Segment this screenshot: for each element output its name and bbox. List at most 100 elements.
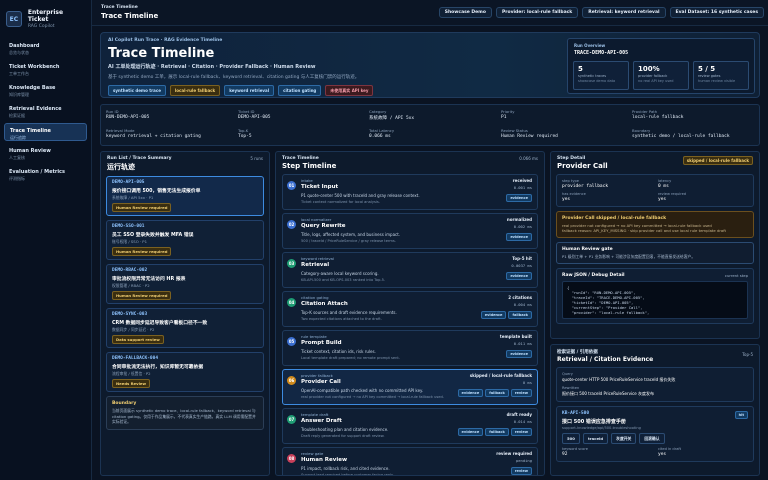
review-gate-text: P1 级别工单 + P1 业务影响 + 可能涉及灰度配置回滚，不能直接发送给客户…	[562, 254, 696, 259]
raw-json-content[interactable]: { "runId": "RUN-DEMO-API-005", "traceId"…	[562, 281, 748, 319]
evidence-title: Retrieval / Citation Evidence	[557, 356, 654, 363]
step-chip-review[interactable]: review	[510, 389, 532, 397]
step-kind: template draft	[301, 412, 329, 417]
timeline-step[interactable]: 03 keyword retrieval Retrieval Category-awa…	[282, 252, 538, 288]
trace-list-item[interactable]: DEMO-SYNC-003 CRM 数据同步延迟导致客户看板口径不一致 数据同步 /…	[106, 308, 264, 348]
step-chip-fallback[interactable]: fallback	[485, 428, 509, 436]
timeline-step[interactable]: 01 intake Ticket Input P1 quote-center 500 …	[282, 174, 538, 210]
step-detail-panel: Step Detail Provider Call skipped / loca…	[550, 151, 760, 339]
detail-field-key: has evidence	[562, 192, 586, 196]
evidence-header: 检索证据 / 引用依据 Retrieval / Citation Evidenc…	[551, 345, 759, 367]
step-kind: intake	[301, 178, 313, 183]
query-text: quote-center HTTP 500 PriceRuleService t…	[562, 377, 676, 382]
trace-list-item[interactable]: DEMO-FALLBACK-004 合同审批流无法执行，知识库暂无可靠依据 流程审批…	[106, 352, 264, 392]
trace-item-badge: Needs Review	[112, 379, 150, 388]
topbar: Trace Timeline Trace Timeline Showcase D…	[92, 0, 768, 26]
step-title: Prompt Build	[301, 340, 342, 346]
sidebar-item-evaluation-metrics[interactable]: Evaluation / Metrics 评测指标	[4, 165, 87, 183]
trace-item-sub: 权限管理 / RBAC · P2	[112, 283, 150, 288]
trace-list-item[interactable]: DEMO-RBAC-002 审批流权限异常无法访问 HR 报表 权限管理 / RBA…	[106, 264, 264, 304]
sidebar-item-trace-timeline[interactable]: Trace Timeline 运行追踪	[4, 123, 87, 141]
trace-list-item[interactable]: DEMO-SSO-001 员工 SSO 登录失败并触发 MFA 错误 账号权限 / …	[106, 220, 264, 260]
step-chips: evidence fallback review	[457, 428, 532, 436]
sidebar-item-sublabel: 总览与状态	[9, 50, 29, 55]
meta-cell: Priority P1	[501, 109, 515, 120]
step-title: Retrieval	[301, 262, 330, 268]
trace-item-id: DEMO-RBAC-002	[112, 268, 148, 273]
timeline-step[interactable]: 05 rule template Prompt Build Ticket contex…	[282, 330, 538, 366]
doc-keyword-chips: 500 traceId 灰度开关 回滚确认	[562, 433, 748, 444]
step-detail-header: Step Detail Provider Call skipped / loca…	[551, 152, 759, 174]
boundary-note: Boundary 当前页面展示 synthetic demo trace、loc…	[106, 396, 264, 430]
evidence-doc-card[interactable]: KB-API-500 hit 接口 500 错误应急排查手册 support-k…	[556, 406, 754, 462]
step-chip-evidence[interactable]: evidence	[457, 389, 484, 397]
timeline-step[interactable]: 04 citation gating Citation Attach Top-K so…	[282, 291, 538, 327]
step-chip-evidence[interactable]: evidence	[506, 194, 532, 202]
step-chips: evidence fallback review	[457, 389, 532, 397]
sidebar-item-label: Ticket Workbench	[9, 64, 60, 70]
meta-cell: Provider Path local-rule fallback	[632, 109, 683, 120]
timeline-step[interactable]: 08 review gate Human Review P1 impact, roll…	[282, 447, 538, 475]
timeline-step[interactable]: 06 provider fallback Provider Call OpenAI-c…	[282, 369, 538, 405]
step-chip-evidence[interactable]: evidence	[480, 311, 507, 319]
review-gate-title: Human Review gate	[562, 247, 613, 252]
evidence-topk-badge: Top-5	[742, 352, 753, 357]
hero-tag: local-rule fallback	[169, 85, 221, 96]
hero-tag: 未使用真实 API key	[325, 85, 374, 96]
status-pill[interactable]: Showcase Demo	[438, 7, 492, 18]
sidebar-item-retrieval-evidence[interactable]: Retrieval Evidence 检索证据	[4, 102, 87, 120]
hero-description: 基于 synthetic demo 工单，展示 local-rule fallb…	[108, 75, 360, 80]
sidebar-item-label: Human Review	[9, 148, 51, 154]
timeline-step[interactable]: 07 template draft Answer Draft Troubleshoot…	[282, 408, 538, 444]
detail-field: review required yes	[658, 192, 748, 202]
step-chip-review[interactable]: review	[510, 467, 532, 475]
fallback-warning: Provider Call skipped / local-rule fallb…	[556, 211, 754, 238]
step-chips: evidence	[506, 272, 532, 280]
status-pill[interactable]: Provider: local-rule fallback	[495, 7, 579, 18]
sidebar-item-human-review[interactable]: Human Review 人工复核	[4, 144, 87, 162]
step-chip-evidence[interactable]: evidence	[457, 428, 484, 436]
sidebar-nav: Dashboard 总览与状态 Ticket Workbench 工单工作台 Knowl…	[0, 39, 91, 183]
timeline-panel: Trace Timeline Step Timeline 0.066 ms 01…	[275, 151, 545, 476]
timeline-step[interactable]: 02 local normalizer Query Rewrite Title, lo…	[282, 213, 538, 249]
trace-list-item[interactable]: DEMO-API-005 报价接口调用 500，销售无法生成报价单 系统故障 / A…	[106, 176, 264, 216]
status-pill[interactable]: Eval Dataset: 16 synthetic cases	[669, 7, 764, 18]
step-chip-fallback[interactable]: fallback	[485, 389, 509, 397]
hero-title: Trace Timeline	[108, 46, 215, 61]
meta-value: synthetic demo / local-rule fallback	[632, 134, 730, 139]
status-pill-value: local-rule fallback	[526, 10, 573, 15]
overview-card-label: provider fallback	[638, 74, 668, 78]
step-chip-evidence[interactable]: evidence	[506, 272, 532, 280]
sidebar-item-knowledge-base[interactable]: Knowledge Base 知识库管理	[4, 81, 87, 99]
step-status: received	[512, 178, 532, 183]
trace-item-sub: 系统故障 / API 5xx · P1	[112, 195, 154, 200]
status-pill[interactable]: Retrieval: keyword retrieval	[582, 7, 666, 18]
trace-list-header: Run List / Trace Summary 运行轨迹 5 runs	[101, 152, 269, 176]
run-overview-id: TRACE-DEMO-API-005	[574, 50, 629, 56]
step-chip-evidence[interactable]: evidence	[506, 350, 532, 358]
step-chips: evidence	[506, 194, 532, 202]
status-pill-value: keyword retrieval	[614, 10, 660, 15]
meta-cell: Retrieval Mode keyword retrieval + citati…	[106, 128, 201, 139]
step-chip-evidence[interactable]: evidence	[506, 233, 532, 241]
detail-field-key: step type	[562, 179, 579, 183]
raw-json-badge[interactable]: current step	[725, 273, 748, 278]
trace-item-badge: Human Review required	[112, 247, 172, 256]
sidebar-item-dashboard[interactable]: Dashboard 总览与状态	[4, 39, 87, 57]
detail-field-value: yes	[658, 197, 667, 202]
meta-key: Total Latency	[369, 128, 395, 133]
timeline-header: Trace Timeline Step Timeline 0.066 ms	[276, 152, 544, 174]
step-chip-fallback[interactable]: fallback	[508, 311, 532, 319]
trace-item-badge: Data support review	[112, 335, 164, 344]
trace-item-title: 员工 SSO 登录失败并触发 MFA 错误	[112, 233, 194, 238]
step-chip-review[interactable]: review	[510, 428, 532, 436]
detail-field: step type provider fallback	[562, 179, 652, 189]
step-kind: keyword retrieval	[301, 256, 335, 261]
meta-cell: Review Status Human Review required	[501, 128, 558, 139]
query-label: Query	[562, 372, 573, 376]
status-pill-key: Showcase Demo	[444, 10, 486, 15]
sidebar-item-sublabel: 人工复核	[9, 155, 25, 160]
trace-item-sub: 账号权限 / SSO · P1	[112, 239, 148, 244]
step-description: Category-aware local keyword scoring.	[301, 271, 379, 276]
sidebar-item-ticket-workbench[interactable]: Ticket Workbench 工单工作台	[4, 60, 87, 78]
